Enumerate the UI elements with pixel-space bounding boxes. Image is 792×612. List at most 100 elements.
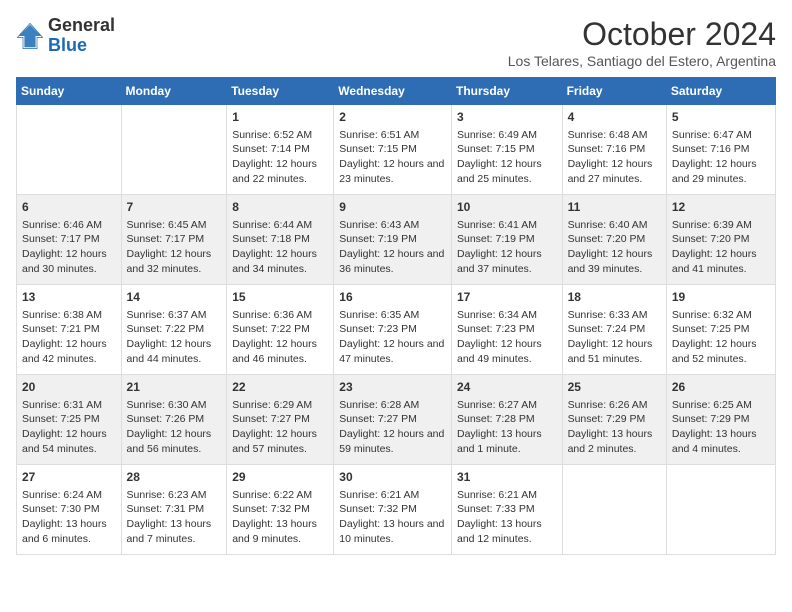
day-number: 24	[457, 379, 557, 396]
day-number: 21	[127, 379, 222, 396]
col-header-tuesday: Tuesday	[227, 78, 334, 105]
day-number: 25	[568, 379, 661, 396]
calendar-cell: 14Sunrise: 6:37 AMSunset: 7:22 PMDayligh…	[121, 285, 227, 375]
day-number: 16	[339, 289, 446, 306]
day-info: Sunrise: 6:21 AMSunset: 7:33 PMDaylight:…	[457, 488, 557, 547]
calendar-cell: 19Sunrise: 6:32 AMSunset: 7:25 PMDayligh…	[666, 285, 775, 375]
calendar-cell: 23 Sunrise: 6:28 AMSunset: 7:27 PMDayligh…	[334, 375, 452, 465]
calendar-week-row: 13 Sunrise: 6:38 AMSunset: 7:21 PMDayligh…	[17, 285, 776, 375]
page-header: General Blue October 2024 Los Telares, S…	[16, 16, 776, 69]
day-info: Sunrise: 6:23 AMSunset: 7:31 PMDaylight:…	[127, 488, 222, 547]
day-info: Sunrise: 6:46 AMSunset: 7:17 PMDaylight:…	[22, 218, 116, 277]
calendar-cell: 2 Sunrise: 6:51 AMSunset: 7:15 PMDaylight…	[334, 105, 452, 195]
day-number: 19	[672, 289, 770, 306]
location: Los Telares, Santiago del Estero, Argent…	[508, 53, 776, 69]
day-info: Sunrise: 6:29 AMSunset: 7:27 PMDaylight:…	[232, 398, 328, 457]
day-number: 1	[232, 109, 328, 126]
day-info: Sunrise: 6:52 AMSunset: 7:14 PMDaylight:…	[232, 128, 328, 187]
calendar-cell: 18 Sunrise: 6:33 AMSunset: 7:24 PMDayligh…	[562, 285, 666, 375]
day-number: 12	[672, 199, 770, 216]
calendar-cell: 4 Sunrise: 6:48 AMSunset: 7:16 PMDaylight…	[562, 105, 666, 195]
day-number: 10	[457, 199, 557, 216]
calendar-cell: 17Sunrise: 6:34 AMSunset: 7:23 PMDayligh…	[451, 285, 562, 375]
calendar-cell	[121, 105, 227, 195]
calendar-cell: 24 Sunrise: 6:27 AMSunset: 7:28 PMDayligh…	[451, 375, 562, 465]
col-header-monday: Monday	[121, 78, 227, 105]
day-number: 29	[232, 469, 328, 486]
day-number: 15	[232, 289, 328, 306]
day-info: Sunrise: 6:49 AMSunset: 7:15 PMDaylight:…	[457, 128, 557, 187]
day-info: Sunrise: 6:26 AMSunset: 7:29 PMDaylight:…	[568, 398, 661, 457]
day-number: 4	[568, 109, 661, 126]
calendar-week-row: 27 Sunrise: 6:24 AMSunset: 7:30 PMDayligh…	[17, 465, 776, 555]
logo: General Blue	[16, 16, 115, 56]
day-info: Sunrise: 6:33 AMSunset: 7:24 PMDaylight:…	[568, 308, 661, 367]
calendar-cell: 31 Sunrise: 6:21 AMSunset: 7:33 PMDayligh…	[451, 465, 562, 555]
col-header-friday: Friday	[562, 78, 666, 105]
day-info: Sunrise: 6:25 AMSunset: 7:29 PMDaylight:…	[672, 398, 770, 457]
day-info: Sunrise: 6:35 AMSunset: 7:23 PMDaylight:…	[339, 308, 446, 367]
day-info: Sunrise: 6:51 AMSunset: 7:15 PMDaylight:…	[339, 128, 446, 187]
day-info: Sunrise: 6:21 AMSunset: 7:32 PMDaylight:…	[339, 488, 446, 547]
logo-blue-text: Blue	[48, 36, 115, 56]
calendar-cell: 29 Sunrise: 6:22 AMSunset: 7:32 PMDayligh…	[227, 465, 334, 555]
calendar-cell: 26 Sunrise: 6:25 AMSunset: 7:29 PMDayligh…	[666, 375, 775, 465]
day-info: Sunrise: 6:27 AMSunset: 7:28 PMDaylight:…	[457, 398, 557, 457]
col-header-wednesday: Wednesday	[334, 78, 452, 105]
day-info: Sunrise: 6:38 AMSunset: 7:21 PMDaylight:…	[22, 308, 116, 367]
title-block: October 2024 Los Telares, Santiago del E…	[508, 16, 776, 69]
day-number: 2	[339, 109, 446, 126]
day-number: 18	[568, 289, 661, 306]
day-info: Sunrise: 6:47 AMSunset: 7:16 PMDaylight:…	[672, 128, 770, 187]
calendar-table: SundayMondayTuesdayWednesdayThursdayFrid…	[16, 77, 776, 555]
calendar-cell	[17, 105, 122, 195]
day-info: Sunrise: 6:44 AMSunset: 7:18 PMDaylight:…	[232, 218, 328, 277]
calendar-cell: 5 Sunrise: 6:47 AMSunset: 7:16 PMDaylight…	[666, 105, 775, 195]
day-number: 31	[457, 469, 557, 486]
calendar-cell: 30Sunrise: 6:21 AMSunset: 7:32 PMDayligh…	[334, 465, 452, 555]
calendar-cell: 28Sunrise: 6:23 AMSunset: 7:31 PMDayligh…	[121, 465, 227, 555]
day-number: 23	[339, 379, 446, 396]
col-header-saturday: Saturday	[666, 78, 775, 105]
calendar-cell: 25 Sunrise: 6:26 AMSunset: 7:29 PMDayligh…	[562, 375, 666, 465]
month-title: October 2024	[508, 16, 776, 53]
day-info: Sunrise: 6:39 AMSunset: 7:20 PMDaylight:…	[672, 218, 770, 277]
calendar-cell: 9Sunrise: 6:43 AMSunset: 7:19 PMDaylight…	[334, 195, 452, 285]
calendar-week-row: 20 Sunrise: 6:31 AMSunset: 7:25 PMDayligh…	[17, 375, 776, 465]
calendar-cell: 12 Sunrise: 6:39 AMSunset: 7:20 PMDayligh…	[666, 195, 775, 285]
calendar-cell: 7Sunrise: 6:45 AMSunset: 7:17 PMDaylight…	[121, 195, 227, 285]
day-number: 26	[672, 379, 770, 396]
calendar-cell: 22 Sunrise: 6:29 AMSunset: 7:27 PMDayligh…	[227, 375, 334, 465]
calendar-header-row: SundayMondayTuesdayWednesdayThursdayFrid…	[17, 78, 776, 105]
day-number: 11	[568, 199, 661, 216]
day-number: 22	[232, 379, 328, 396]
day-number: 8	[232, 199, 328, 216]
day-info: Sunrise: 6:22 AMSunset: 7:32 PMDaylight:…	[232, 488, 328, 547]
day-info: Sunrise: 6:31 AMSunset: 7:25 PMDaylight:…	[22, 398, 116, 457]
calendar-cell: 11 Sunrise: 6:40 AMSunset: 7:20 PMDayligh…	[562, 195, 666, 285]
logo-general-text: General	[48, 16, 115, 36]
calendar-week-row: 1 Sunrise: 6:52 AMSunset: 7:14 PMDaylight…	[17, 105, 776, 195]
day-number: 13	[22, 289, 116, 306]
day-number: 14	[127, 289, 222, 306]
col-header-thursday: Thursday	[451, 78, 562, 105]
day-info: Sunrise: 6:40 AMSunset: 7:20 PMDaylight:…	[568, 218, 661, 277]
logo-text: General Blue	[48, 16, 115, 56]
day-info: Sunrise: 6:36 AMSunset: 7:22 PMDaylight:…	[232, 308, 328, 367]
day-number: 20	[22, 379, 116, 396]
day-number: 27	[22, 469, 116, 486]
calendar-cell	[562, 465, 666, 555]
day-info: Sunrise: 6:45 AMSunset: 7:17 PMDaylight:…	[127, 218, 222, 277]
day-info: Sunrise: 6:24 AMSunset: 7:30 PMDaylight:…	[22, 488, 116, 547]
day-number: 17	[457, 289, 557, 306]
day-info: Sunrise: 6:48 AMSunset: 7:16 PMDaylight:…	[568, 128, 661, 187]
day-info: Sunrise: 6:28 AMSunset: 7:27 PMDaylight:…	[339, 398, 446, 457]
calendar-cell: 3Sunrise: 6:49 AMSunset: 7:15 PMDaylight…	[451, 105, 562, 195]
calendar-cell: 15 Sunrise: 6:36 AMSunset: 7:22 PMDayligh…	[227, 285, 334, 375]
calendar-cell: 21Sunrise: 6:30 AMSunset: 7:26 PMDayligh…	[121, 375, 227, 465]
calendar-cell: 10Sunrise: 6:41 AMSunset: 7:19 PMDayligh…	[451, 195, 562, 285]
day-number: 5	[672, 109, 770, 126]
calendar-week-row: 6Sunrise: 6:46 AMSunset: 7:17 PMDaylight…	[17, 195, 776, 285]
calendar-cell: 20 Sunrise: 6:31 AMSunset: 7:25 PMDayligh…	[17, 375, 122, 465]
logo-icon	[16, 22, 44, 50]
